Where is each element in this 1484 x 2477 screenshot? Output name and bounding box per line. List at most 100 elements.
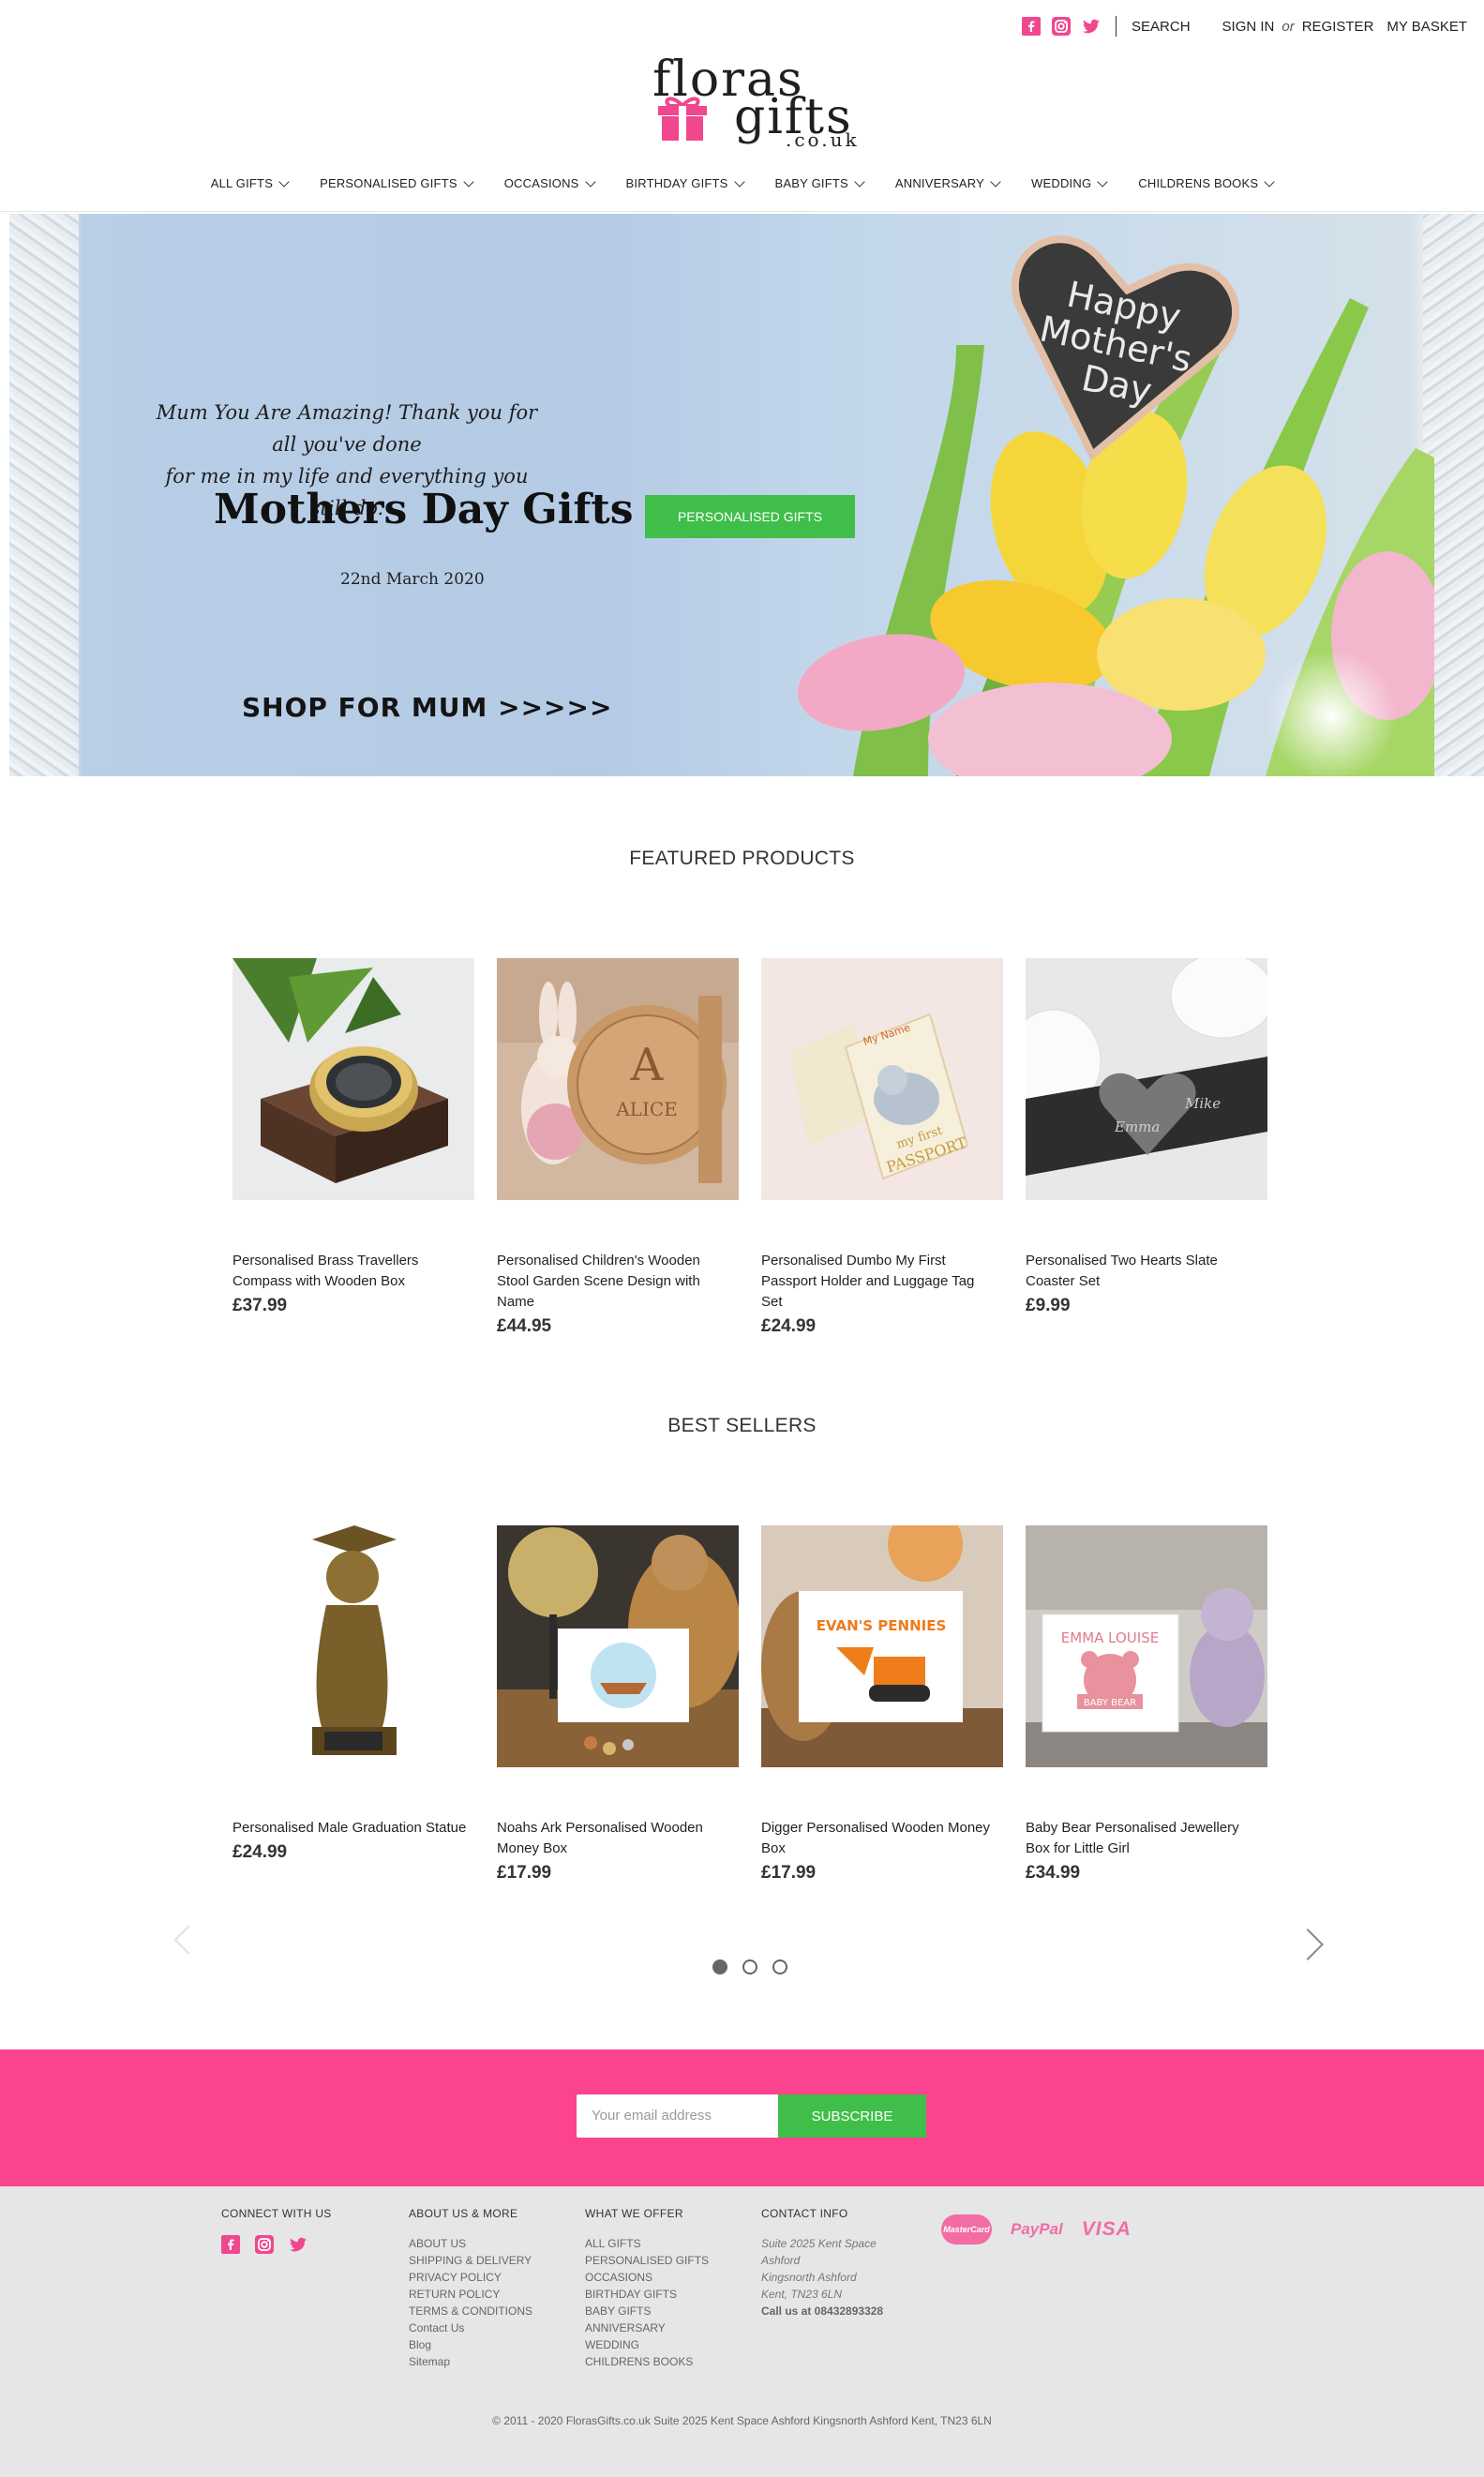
product-name[interactable]: Personalised Dumbo My First Passport Hol… — [761, 1251, 1003, 1313]
footer-link[interactable]: PERSONALISED GIFTS — [585, 2252, 709, 2269]
product-name[interactable]: Personalised Brass Travellers Compass wi… — [232, 1251, 474, 1292]
personalised-gifts-button[interactable]: PERSONALISED GIFTS — [645, 495, 855, 538]
nav-divider — [0, 211, 1484, 212]
product-name[interactable]: Baby Bear Personalised Jewellery Box for… — [1026, 1818, 1267, 1859]
product-name[interactable]: Noahs Ark Personalised Wooden Money Box — [497, 1818, 739, 1859]
nav-label: BIRTHDAY GIFTS — [625, 176, 728, 190]
product-image-passport[interactable]: My Name my first PASSPORT — [761, 958, 1003, 1200]
hero-banner[interactable]: Happy Mother's Day Mum You Are Amazing! … — [9, 214, 1484, 776]
footer-link[interactable]: Blog — [409, 2336, 532, 2353]
bear-label: BABY BEAR — [1084, 1698, 1136, 1708]
site-logo[interactable]: floras gifts .co.uk — [645, 52, 861, 151]
chevron-down-icon — [854, 175, 865, 188]
product-name[interactable]: Personalised Two Hearts Slate Coaster Se… — [1026, 1251, 1267, 1292]
chevron-down-icon — [1097, 175, 1108, 188]
carousel-dot-3[interactable] — [772, 1959, 787, 1974]
nav-all-gifts[interactable]: ALL GIFTS — [211, 175, 290, 190]
product-card[interactable]: A ALICE Personalised Children's Wooden S… — [497, 958, 739, 1337]
footer-link[interactable]: BIRTHDAY GIFTS — [585, 2286, 709, 2303]
address-line: Kent, TN23 6LN — [761, 2288, 843, 2301]
product-price: £17.99 — [761, 1863, 817, 1883]
footer-link[interactable]: ALL GIFTS — [585, 2235, 709, 2252]
product-card[interactable]: Emma Mike Personalised Two Hearts Slate … — [1026, 958, 1267, 1337]
product-image-coaster[interactable]: Emma Mike — [1026, 958, 1267, 1200]
email-input[interactable]: Your email address — [577, 2094, 778, 2138]
product-card[interactable]: EVAN'S PENNIES Digger Personalised Woode… — [761, 1525, 1003, 1884]
phone-number[interactable]: Call us at 08432893328 — [761, 2303, 883, 2319]
product-image-compass[interactable] — [232, 958, 474, 1200]
nav-label: BABY GIFTS — [774, 176, 848, 190]
nav-childrens-books[interactable]: CHILDRENS BOOKS — [1138, 175, 1275, 190]
product-image-stool[interactable]: A ALICE — [497, 958, 739, 1200]
my-basket-link[interactable]: MY BASKET — [1387, 19, 1467, 35]
product-name[interactable]: Personalised Male Graduation Statue — [232, 1818, 474, 1839]
product-price: £37.99 — [232, 1296, 288, 1315]
product-card[interactable]: Personalised Male Graduation Statue £24.… — [232, 1525, 474, 1884]
copyright-text: © 2011 - 2020 FlorasGifts.co.uk Suite 20… — [492, 2414, 992, 2427]
footer-link[interactable]: ABOUT US — [409, 2235, 532, 2252]
product-image-graduation-statue[interactable] — [232, 1525, 474, 1767]
header-social — [1022, 17, 1101, 36]
hero-date: 22nd March 2020 — [340, 570, 485, 589]
nav-personalised-gifts[interactable]: PERSONALISED GIFTS — [320, 175, 474, 190]
search-link[interactable]: SEARCH — [1132, 19, 1191, 35]
product-name[interactable]: Digger Personalised Wooden Money Box — [761, 1818, 1003, 1859]
footer-offer: WHAT WE OFFER ALL GIFTS PERSONALISED GIF… — [585, 2207, 709, 2370]
footer-link[interactable]: SHIPPING & DELIVERY — [409, 2252, 532, 2269]
footer-link[interactable]: Contact Us — [409, 2319, 532, 2336]
nav-birthday-gifts[interactable]: BIRTHDAY GIFTS — [625, 175, 745, 190]
footer-link[interactable]: WEDDING — [585, 2336, 709, 2353]
footer-connect-title: CONNECT WITH US — [221, 2207, 332, 2220]
twitter-icon[interactable] — [289, 2235, 307, 2254]
product-image-digger[interactable]: EVAN'S PENNIES — [761, 1525, 1003, 1767]
chevron-down-icon — [463, 175, 474, 188]
carousel-prev-arrow[interactable] — [173, 1925, 203, 1955]
facebook-icon[interactable] — [1022, 17, 1042, 36]
product-card[interactable]: My Name my first PASSPORT Personalised D… — [761, 958, 1003, 1337]
facebook-icon[interactable] — [221, 2235, 240, 2254]
logo-line-3: .co.uk — [786, 128, 860, 151]
product-price: £17.99 — [497, 1863, 552, 1883]
footer-connect: CONNECT WITH US — [221, 2207, 332, 2254]
stool-name: ALICE — [615, 1098, 678, 1120]
newsletter-section: Your email address SUBSCRIBE — [0, 2049, 1484, 2186]
product-image-noahs-ark[interactable] — [497, 1525, 739, 1767]
featured-products-grid: Personalised Brass Travellers Compass wi… — [232, 958, 1267, 1337]
footer-about: ABOUT US & MORE ABOUT US SHIPPING & DELI… — [409, 2207, 532, 2370]
nav-anniversary[interactable]: ANNIVERSARY — [895, 175, 1001, 190]
footer-contact: CONTACT INFO Suite 2025 Kent Space Ashfo… — [761, 2207, 883, 2319]
carousel-dot-1[interactable] — [712, 1959, 727, 1974]
footer-link[interactable]: TERMS & CONDITIONS — [409, 2303, 532, 2319]
nav-label: PERSONALISED GIFTS — [320, 176, 457, 190]
sign-in-link[interactable]: SIGN IN — [1222, 19, 1275, 35]
shop-for-mum-link[interactable]: SHOP FOR MUM >>>>> — [242, 692, 612, 723]
footer-link[interactable]: OCCASIONS — [585, 2269, 709, 2286]
nav-wedding[interactable]: WEDDING — [1031, 175, 1108, 190]
product-card[interactable]: EMMA LOUISE BABY BEAR Baby Bear Personal… — [1026, 1525, 1267, 1884]
product-card[interactable]: Personalised Brass Travellers Compass wi… — [232, 958, 474, 1337]
carousel-next-arrow[interactable] — [1292, 1929, 1324, 1960]
hero-quote-line-1: Mum You Are Amazing! Thank you for all y… — [156, 401, 538, 456]
nav-baby-gifts[interactable]: BABY GIFTS — [774, 175, 865, 190]
footer-link[interactable]: PRIVACY POLICY — [409, 2269, 532, 2286]
subscribe-button[interactable]: SUBSCRIBE — [778, 2094, 926, 2138]
instagram-icon[interactable] — [1052, 17, 1072, 36]
chevron-down-icon — [278, 175, 290, 188]
best-sellers-title: BEST SELLERS — [667, 1415, 817, 1436]
product-card[interactable]: Noahs Ark Personalised Wooden Money Box … — [497, 1525, 739, 1884]
instagram-icon[interactable] — [255, 2235, 274, 2254]
footer-about-title: ABOUT US & MORE — [409, 2207, 518, 2220]
footer-link[interactable]: BABY GIFTS — [585, 2303, 709, 2319]
footer-link[interactable]: Sitemap — [409, 2353, 532, 2370]
product-image-baby-bear-box[interactable]: EMMA LOUISE BABY BEAR — [1026, 1525, 1267, 1767]
carousel-dot-2[interactable] — [742, 1959, 757, 1974]
footer-link[interactable]: CHILDRENS BOOKS — [585, 2353, 709, 2370]
footer-link[interactable]: RETURN POLICY — [409, 2286, 532, 2303]
footer-link[interactable]: ANNIVERSARY — [585, 2319, 709, 2336]
footer-contact-title: CONTACT INFO — [761, 2207, 848, 2220]
nav-occasions[interactable]: OCCASIONS — [504, 175, 596, 190]
chevron-down-icon — [1264, 175, 1275, 188]
twitter-icon[interactable] — [1082, 17, 1101, 36]
register-link[interactable]: REGISTER — [1302, 19, 1374, 35]
product-name[interactable]: Personalised Children's Wooden Stool Gar… — [497, 1251, 739, 1313]
